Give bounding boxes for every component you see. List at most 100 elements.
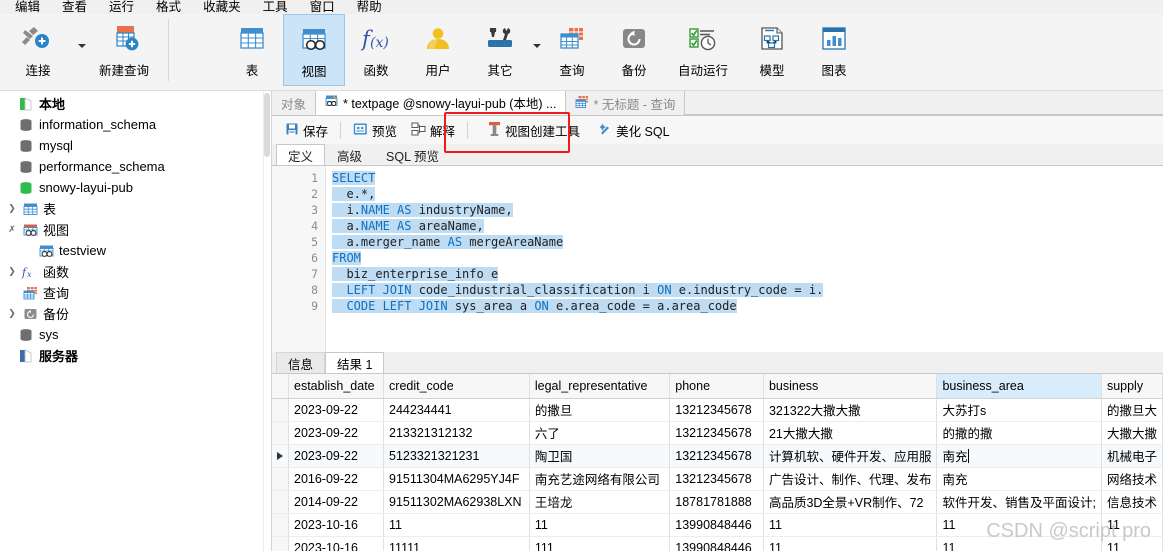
table-cell[interactable]: 的撒的撒 <box>936 421 1102 445</box>
grid-corner-cell[interactable] <box>272 374 289 399</box>
table-cell[interactable]: 2023-10-16 <box>288 536 385 551</box>
table-cell[interactable]: 91511302MA62938LXN <box>383 490 530 514</box>
tab-untitled-query[interactable]: * 无标题 - 查询 <box>566 91 686 115</box>
row-marker-cell[interactable] <box>272 444 289 468</box>
table-cell[interactable]: 高品质3D全景+VR制作、72 <box>763 490 938 514</box>
table-row[interactable]: 2023-10-16 11 11 13990848446 11 11 11 <box>272 513 1163 537</box>
table-row[interactable]: 2023-09-22 213321312132 六了 13212345678 21大撒大… <box>272 421 1163 445</box>
other-dropdown[interactable] <box>531 14 541 48</box>
table-cell[interactable]: 13212345678 <box>669 444 764 468</box>
table-cell[interactable]: 的撒旦大 <box>1101 398 1163 422</box>
menu-item-help[interactable]: 帮助 <box>346 0 393 14</box>
subtab-sql-preview[interactable]: SQL 预览 <box>374 144 451 165</box>
sidebar-item-backups[interactable]: ❯ 备份 <box>0 303 271 324</box>
table-cell[interactable]: 244234441 <box>383 398 530 422</box>
table-cell[interactable]: 六了 <box>529 421 671 445</box>
table-row[interactable]: 2016-09-22 91511304MA6295YJ4F 南充艺途网络有限公司 13… <box>272 467 1163 491</box>
table-cell[interactable]: 大苏打s <box>936 398 1102 422</box>
table-cell[interactable]: 13990848446 <box>669 513 764 537</box>
sql-code-area[interactable]: SELECT e.*, i.NAME AS industryName, a.NA… <box>326 166 1163 352</box>
preview-button[interactable]: 预览 <box>346 118 404 143</box>
ribbon-button-user[interactable]: 用户 <box>407 14 469 86</box>
sql-editor[interactable]: 123456789 SELECT e.*, i.NAME AS industry… <box>272 166 1163 352</box>
result-grid[interactable]: establish_date credit_code legal_represent… <box>272 374 1163 551</box>
table-cell[interactable]: 陶卫国 <box>529 444 671 468</box>
menu-item-view[interactable]: 查看 <box>51 0 98 14</box>
column-header[interactable]: supply <box>1101 374 1163 399</box>
table-cell[interactable]: 软件开发、销售及平面设计; <box>936 490 1102 514</box>
sidebar-scrollbar-thumb[interactable] <box>264 93 270 157</box>
table-cell[interactable]: 南充 <box>936 444 1102 468</box>
table-cell[interactable]: 2023-09-22 <box>288 444 385 468</box>
table-cell[interactable]: 11 <box>936 536 1102 551</box>
results-tab-result1[interactable]: 结果 1 <box>325 352 385 373</box>
row-marker-cell[interactable] <box>272 398 289 422</box>
column-header[interactable]: business <box>763 374 938 399</box>
table-cell[interactable]: 321322大撒大撒 <box>763 398 938 422</box>
sidebar-item-local[interactable]: 本地 <box>0 93 271 114</box>
table-cell[interactable]: 11 <box>936 513 1102 537</box>
table-cell[interactable]: 的撒旦 <box>529 398 671 422</box>
table-cell[interactable]: 13212345678 <box>669 421 764 445</box>
row-marker-cell[interactable] <box>272 536 289 551</box>
table-cell[interactable]: 信息技术 <box>1101 490 1163 514</box>
table-cell[interactable]: 11 <box>383 513 530 537</box>
code-line[interactable]: i.NAME AS industryName, <box>332 202 1163 218</box>
code-line[interactable]: a.NAME AS areaName, <box>332 218 1163 234</box>
sidebar-item-testview[interactable]: testview <box>0 240 271 261</box>
ribbon-button-chart[interactable]: 图表 <box>803 14 865 86</box>
chevron-right-icon[interactable]: ❯ <box>4 308 20 319</box>
results-tab-info[interactable]: 信息 <box>276 352 326 373</box>
sidebar-item-server[interactable]: 服务器 <box>0 345 271 366</box>
table-cell[interactable]: 南充 <box>936 467 1102 491</box>
beautify-sql-button[interactable]: 美化 SQL <box>591 118 677 143</box>
ribbon-button-table[interactable]: 表 <box>221 14 283 86</box>
menu-item-favorites[interactable]: 收藏夹 <box>192 0 252 14</box>
sidebar-item-tables[interactable]: ❯ 表 <box>0 198 271 219</box>
table-row[interactable]: 2014-09-22 91511302MA62938LXN 王培龙 187817818… <box>272 490 1163 514</box>
table-cell[interactable]: 11 <box>763 513 938 537</box>
table-cell[interactable]: 13990848446 <box>669 536 764 551</box>
table-cell[interactable]: 2023-09-22 <box>288 398 385 422</box>
menu-item-tools[interactable]: 工具 <box>252 0 299 14</box>
table-cell[interactable]: 2023-09-22 <box>288 421 385 445</box>
code-line[interactable]: biz_enterprise_info e <box>332 266 1163 282</box>
table-cell[interactable]: 2016-09-22 <box>288 467 385 491</box>
sidebar-item-queries[interactable]: 查询 <box>0 282 271 303</box>
table-row[interactable]: 2023-09-22 5123321321231 陶卫国 13212345678 计算机… <box>272 444 1163 468</box>
table-cell[interactable]: 广告设计、制作、代理、发布 <box>763 467 938 491</box>
column-header[interactable]: business_area <box>936 374 1102 399</box>
table-cell[interactable]: 11111 <box>383 536 530 551</box>
sidebar-item-mysql[interactable]: mysql <box>0 135 271 156</box>
table-cell[interactable]: 大撒大撒 <box>1101 421 1163 445</box>
explain-button[interactable]: 解释 <box>404 118 462 143</box>
tab-textpage-view[interactable]: * textpage @snowy-layui-pub (本地) ... <box>316 91 567 115</box>
ribbon-button-function[interactable]: f (x) 函数 <box>345 14 407 86</box>
result-grid-container[interactable]: establish_date credit_code legal_represent… <box>272 374 1163 551</box>
table-cell[interactable]: 213321312132 <box>383 421 530 445</box>
subtab-advanced[interactable]: 高级 <box>325 144 374 165</box>
table-cell[interactable]: 91511304MA6295YJ4F <box>383 467 530 491</box>
chevron-down-icon[interactable]: ✗ <box>4 224 20 235</box>
table-cell[interactable]: 11 <box>763 536 938 551</box>
ribbon-button-view[interactable]: 视图 <box>283 14 345 86</box>
sidebar-item-information-schema[interactable]: information_schema <box>0 114 271 135</box>
sidebar-item-sys[interactable]: sys <box>0 324 271 345</box>
ribbon-button-new-query[interactable]: 新建查询 <box>86 14 162 86</box>
table-cell[interactable]: 13212345678 <box>669 398 764 422</box>
table-row[interactable]: 2023-09-22 244234441 的撒旦 13212345678 321322大… <box>272 398 1163 422</box>
ribbon-button-query[interactable]: 查询 <box>541 14 603 86</box>
code-line[interactable]: SELECT <box>332 170 1163 186</box>
save-button[interactable]: 保存 <box>278 118 335 143</box>
table-cell[interactable]: 11 <box>529 513 671 537</box>
sidebar-item-performance-schema[interactable]: performance_schema <box>0 156 271 177</box>
code-line[interactable]: a.merger_name AS mergeAreaName <box>332 234 1163 250</box>
menu-item-run[interactable]: 运行 <box>98 0 145 14</box>
code-line[interactable]: e.*, <box>332 186 1163 202</box>
subtab-definition[interactable]: 定义 <box>276 144 326 165</box>
sidebar-item-snowy-layui-pub[interactable]: snowy-layui-pub <box>0 177 271 198</box>
tab-objects[interactable]: 对象 <box>272 91 317 115</box>
ribbon-button-connection[interactable]: 连接 <box>0 14 76 86</box>
table-cell[interactable]: 5123321321231 <box>383 444 530 468</box>
connection-dropdown[interactable] <box>76 14 86 48</box>
